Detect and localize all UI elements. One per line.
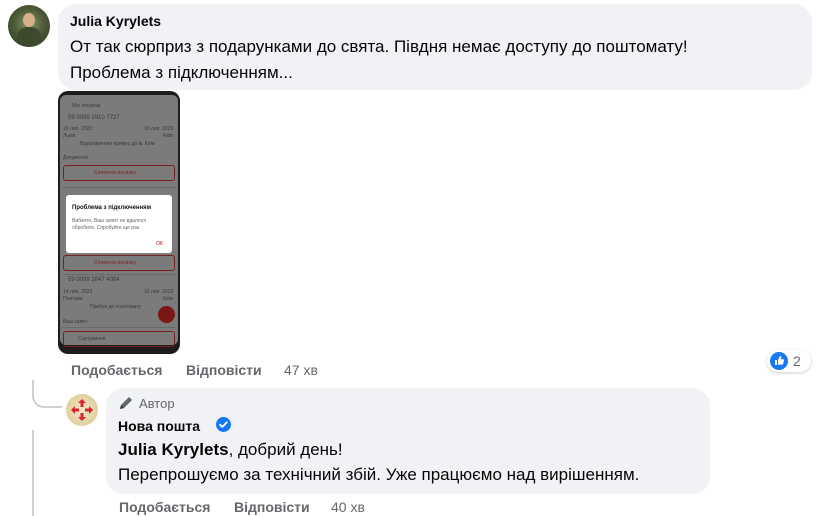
comment-author[interactable]: Julia Kyrylets <box>70 13 161 29</box>
photo-divider-3 <box>62 327 176 328</box>
photo-error-dialog: Проблема з підключенням Вибачте, Ваш зап… <box>66 195 172 253</box>
photo-field-label: Ваш запит <box>63 319 88 325</box>
photo-pay-button-2: Сплатити посилку <box>63 255 175 271</box>
photo-status-2: Прибув до поштомату <box>90 304 142 310</box>
reply-text-line-1: Julia Kyrylets, добрий день! <box>118 437 343 462</box>
photo-docs: Документи <box>63 155 88 161</box>
thread-continuation-line <box>32 430 34 516</box>
photo-fab <box>158 306 175 323</box>
photo-city-2a: Полтава <box>63 296 83 302</box>
comment-text-line-2: Проблема з підключенням... <box>70 63 293 82</box>
photo-pay-label-2: Сплатити посилку <box>94 260 136 266</box>
author-badge: Автор <box>139 396 175 411</box>
photo-pay-button: Сплатити посилку <box>63 165 175 181</box>
dialog-title: Проблема з підключенням <box>72 205 152 211</box>
photo-bottom-button: Сортування <box>63 331 175 347</box>
comment-timestamp[interactable]: 47 хв <box>284 362 318 378</box>
dialog-ok: OK <box>156 241 164 247</box>
photo-tracking-1: 59 0009 2910 7727 <box>68 115 120 121</box>
reply-reply-button[interactable]: Відповісти <box>234 499 310 515</box>
comment-bubble: Julia Kyrylets От так сюрприз з подарунк… <box>58 4 812 90</box>
reply-author[interactable]: Нова пошта <box>118 418 200 434</box>
avatar-face <box>23 13 35 27</box>
user-avatar[interactable] <box>8 5 50 47</box>
photo-city-1a: Львів <box>63 133 76 139</box>
photo-divider <box>62 187 176 188</box>
attached-photo[interactable]: Мої посилки 59 0009 2910 7727 16 лип. 20… <box>58 91 180 354</box>
photo-date-2a: 14 лип. 2023 <box>63 289 93 295</box>
photo-date-2b: 16 лип. 2023 <box>144 289 174 295</box>
verified-badge-icon <box>216 417 231 432</box>
reply-button[interactable]: Відповісти <box>186 362 262 378</box>
like-reaction-icon <box>770 352 788 370</box>
reply-timestamp[interactable]: 40 хв <box>331 499 365 515</box>
nova-poshta-logo-icon <box>71 399 93 421</box>
photo-pay-label: Сплатити посилку <box>94 170 136 176</box>
avatar-body <box>17 27 41 47</box>
reply-thread-line <box>32 380 62 408</box>
mention-link[interactable]: Julia Kyrylets <box>118 440 229 459</box>
photo-status-1: Відправлення прямує до м. Київ <box>80 141 155 147</box>
pencil-icon <box>118 395 134 411</box>
phone-screen: Мої посилки 59 0009 2910 7727 16 лип. 20… <box>60 95 178 347</box>
photo-bottom-text: Сортування <box>78 336 106 342</box>
dialog-text-1: Вибачте, Ваш запит не вдалося <box>72 218 146 224</box>
page-avatar[interactable] <box>66 394 98 426</box>
photo-date-1b: 16 лип. 2023 <box>144 126 174 132</box>
photo-tracking-2: 59 0009 2847 4084 <box>68 277 120 283</box>
comment-text-line-1: От так сюрприз з подарунками до свята. П… <box>70 37 688 56</box>
reply-like-button[interactable]: Подобається <box>119 499 210 515</box>
photo-city-1b: Київ <box>163 133 173 139</box>
reply-bubble: Автор Нова пошта Julia Kyrylets, добрий … <box>106 388 710 494</box>
reaction-summary[interactable]: 2 <box>767 350 811 372</box>
photo-header: Мої посилки <box>72 103 101 109</box>
like-button[interactable]: Подобається <box>71 362 162 378</box>
photo-city-2b: Київ <box>163 296 173 302</box>
greeting-text: , добрий день! <box>228 440 343 459</box>
dialog-text-2: обробити. Спробуйте ще раз <box>72 225 140 231</box>
reaction-count: 2 <box>793 353 801 369</box>
photo-date-1a: 16 лип. 2023 <box>63 126 93 132</box>
reply-text-line-2: Перепрошуємо за технічний збій. Уже прац… <box>118 465 640 484</box>
photo-divider-2 <box>62 274 176 275</box>
